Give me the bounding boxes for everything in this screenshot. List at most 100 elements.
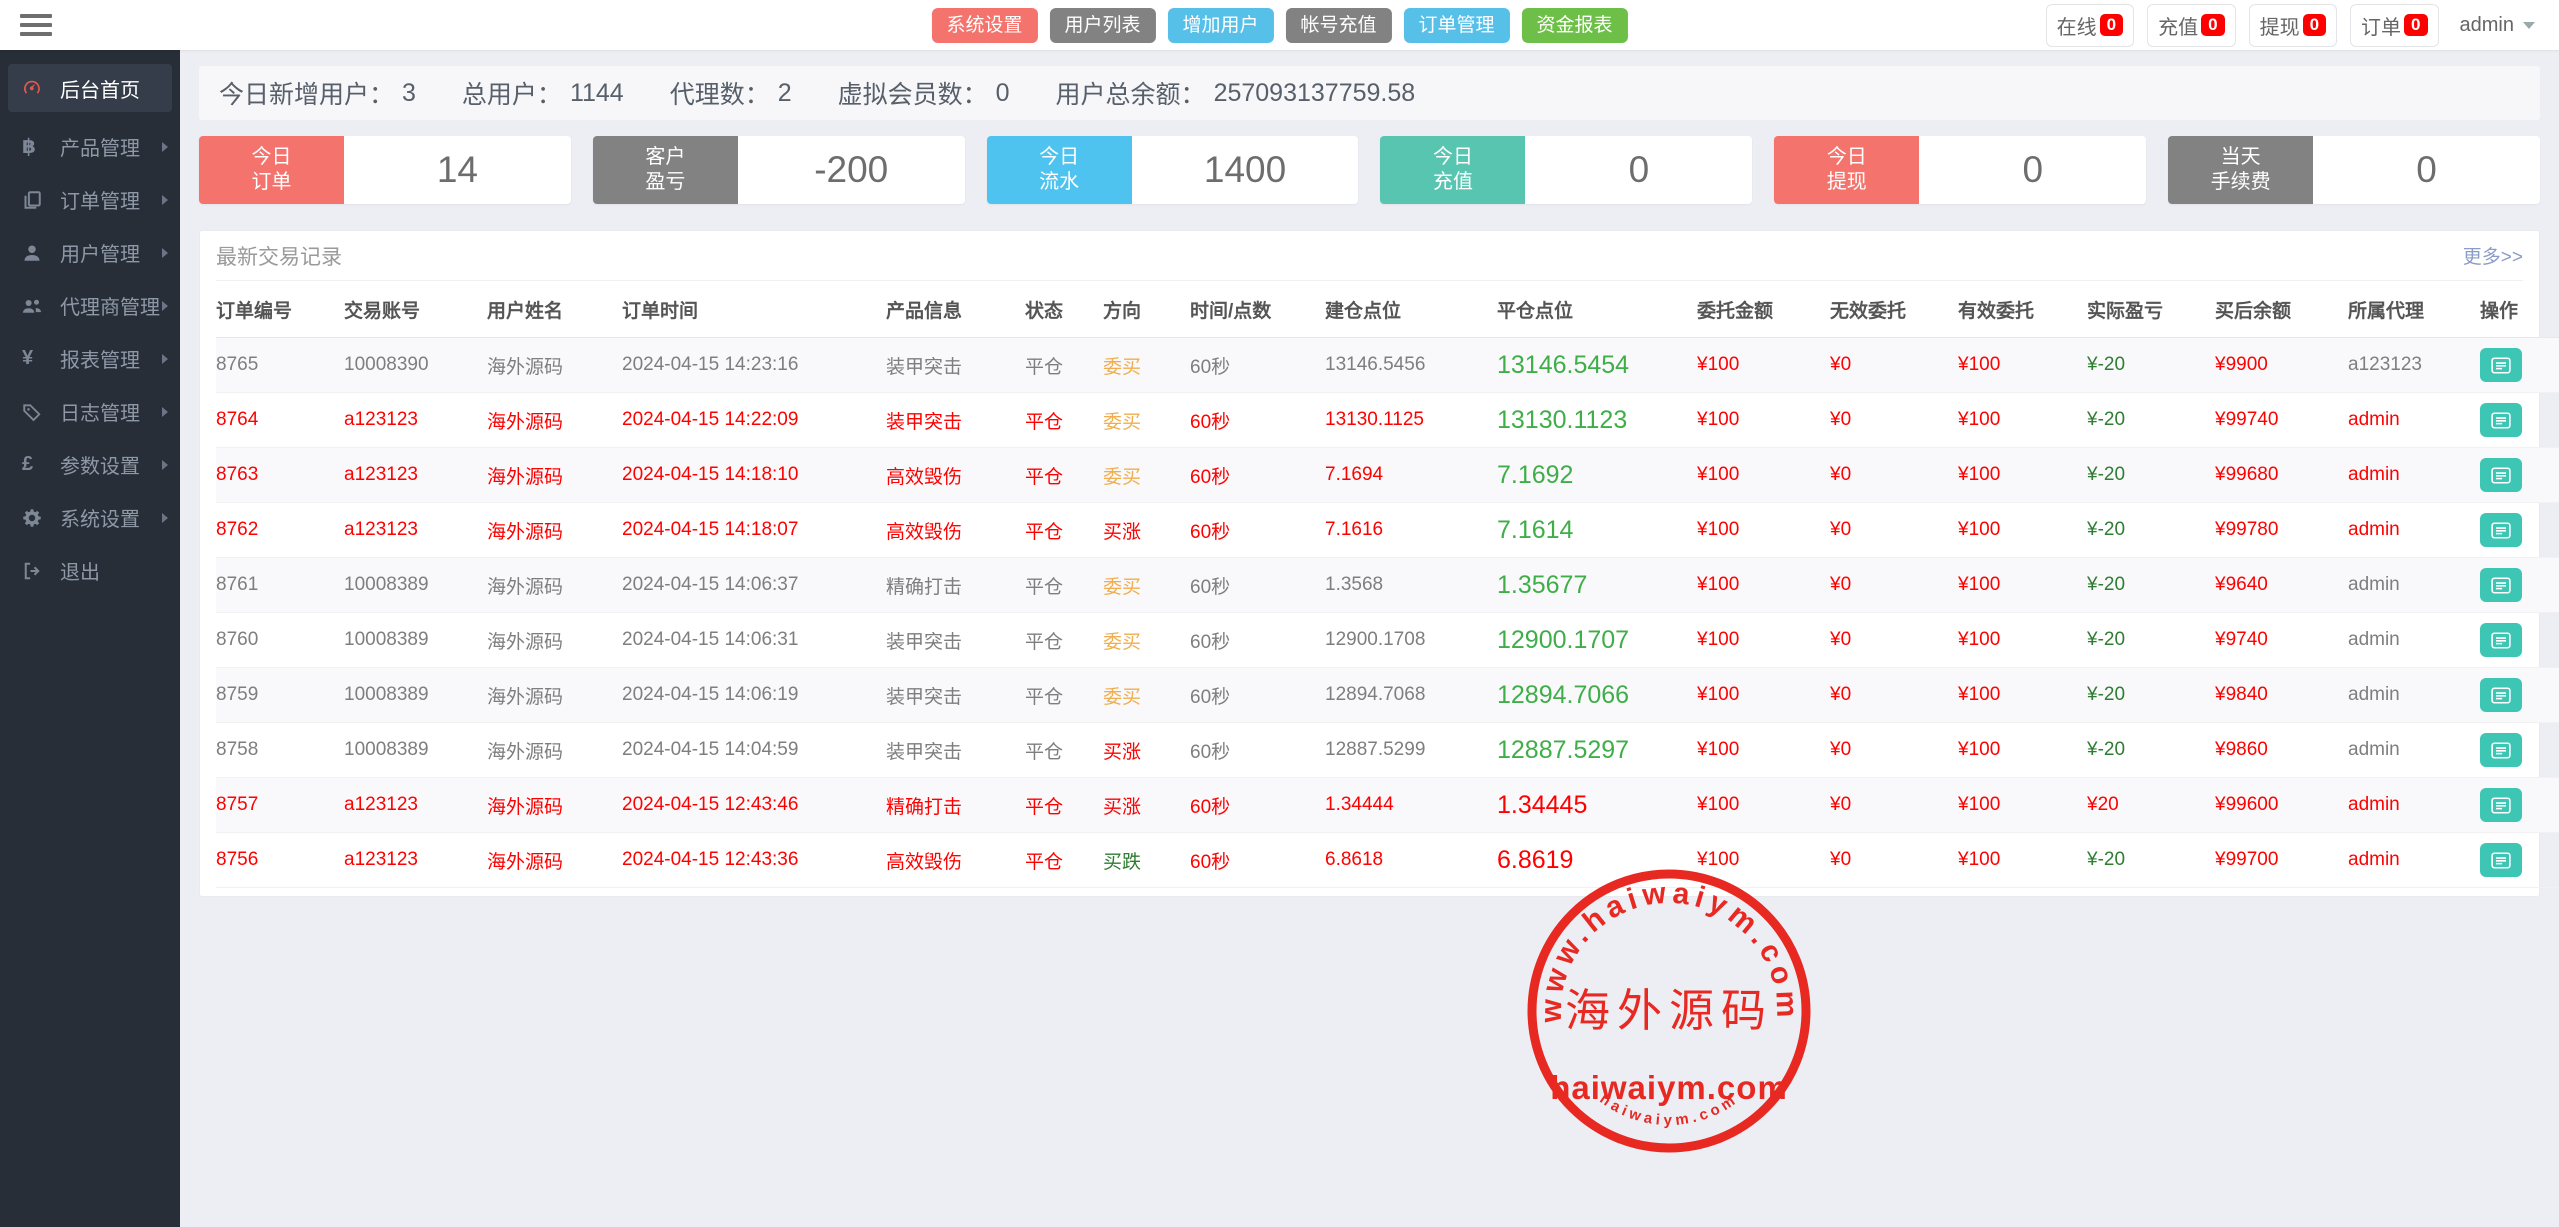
product-info: 装甲突击 [886,338,1025,393]
order-id: 8763 [216,448,344,503]
online-status[interactable]: 在线0 [2046,4,2134,47]
period-points: 60秒 [1190,613,1325,668]
order-time: 2024-04-15 14:18:10 [622,448,886,503]
order-detail-button[interactable] [2480,458,2522,492]
recharge-status-badge: 0 [2201,14,2224,37]
close-price: 13130.1123 [1497,393,1697,448]
entrust-amount: ¥100 [1697,613,1830,668]
logout-icon [22,561,49,581]
actual-pnl: ¥-20 [2087,503,2215,558]
status: 平仓 [1025,723,1103,778]
order-detail-button[interactable] [2480,733,2522,767]
sidebar-item-agents[interactable]: 代理商管理 [0,279,180,332]
close-price: 1.34445 [1497,778,1697,833]
account-recharge-button[interactable]: 帐号充值 [1286,8,1392,43]
column-header: 平仓点位 [1497,281,1697,338]
period-points: 60秒 [1190,558,1325,613]
customer-pnl-card-label: 客户 盈亏 [593,136,738,204]
orders-status[interactable]: 订单0 [2350,4,2438,47]
admin-menu[interactable]: admin [2452,8,2543,43]
chevron-right-icon [162,248,168,258]
chevron-right-icon [162,460,168,470]
order-detail-button[interactable] [2480,568,2522,602]
user-list-button[interactable]: 用户列表 [1049,8,1155,43]
sidebar-item-products[interactable]: ฿产品管理 [0,120,180,173]
order-detail-button[interactable] [2480,513,2522,547]
close-price: 7.1614 [1497,503,1697,558]
stats-bar: 今日新增用户：3总用户：1144代理数：2虚拟会员数：0用户总余额：257093… [199,66,2540,120]
sidebar-item-label: 代理商管理 [60,291,160,320]
open-price: 1.3568 [1325,558,1497,613]
operation-cell [2480,778,2559,833]
user-name: 海外源码 [487,613,622,668]
sidebar-item-home[interactable]: 后台首页 [8,64,172,112]
table-row: 8762a123123海外源码2024-04-15 14:18:07高效毁伤平仓… [216,503,2559,558]
recharge-status[interactable]: 充值0 [2147,4,2235,47]
open-price: 12894.7068 [1325,668,1497,723]
sidebar-item-system[interactable]: 系统设置 [0,491,180,544]
close-price: 7.1692 [1497,448,1697,503]
stat-value: 0 [996,79,1010,108]
agent: admin [2348,613,2480,668]
sidebar-item-users[interactable]: 用户管理 [0,226,180,279]
sidebar-item-orders[interactable]: 订单管理 [0,173,180,226]
agent: admin [2348,393,2480,448]
order-detail-button[interactable] [2480,678,2522,712]
menu-toggle-button[interactable] [20,14,52,36]
add-user-button[interactable]: 增加用户 [1167,8,1273,43]
system-settings-button[interactable]: 系统设置 [931,8,1037,43]
trade-account: 10008389 [344,558,487,613]
invalid-entrust: ¥0 [1830,723,1958,778]
order-detail-button[interactable] [2480,623,2522,657]
tags-icon [22,402,49,422]
order-detail-button[interactable] [2480,788,2522,822]
order-time: 2024-04-15 14:06:19 [622,668,886,723]
direction: 委买 [1103,448,1190,503]
operation-cell [2480,338,2559,393]
column-header: 订单时间 [622,281,886,338]
column-header: 时间/点数 [1190,281,1325,338]
entrust-amount: ¥100 [1697,723,1830,778]
agent: admin [2348,558,2480,613]
period-points: 60秒 [1190,448,1325,503]
today-turnover-card-value: 1400 [1132,136,1359,204]
order-management-button[interactable]: 订单管理 [1404,8,1510,43]
order-id: 8765 [216,338,344,393]
sidebar-item-params[interactable]: £参数设置 [0,438,180,491]
today-turnover-card-label: 今日 流水 [987,136,1132,204]
today-orders-card: 今日 订单14 [199,136,571,204]
withdraw-status[interactable]: 提现0 [2249,4,2337,47]
order-time: 2024-04-15 14:04:59 [622,723,886,778]
invalid-entrust: ¥0 [1830,558,1958,613]
bitcoin-icon: ฿ [22,134,49,159]
today-withdraw-card: 今日 提现0 [1774,136,2146,204]
order-detail-button[interactable] [2480,843,2522,877]
agent: admin [2348,778,2480,833]
today-orders-card-label: 今日 订单 [199,136,344,204]
product-info: 高效毁伤 [886,833,1025,888]
agent: admin [2348,503,2480,558]
table-row: 8756a123123海外源码2024-04-15 12:43:36高效毁伤平仓… [216,833,2559,888]
sidebar-item-logs[interactable]: 日志管理 [0,385,180,438]
sidebar-item-label: 系统设置 [60,503,140,532]
balance-after: ¥99780 [2215,503,2348,558]
detail-icon [2491,467,2511,484]
more-link[interactable]: 更多>> [2463,242,2523,269]
product-info: 装甲突击 [886,668,1025,723]
user-name: 海外源码 [487,393,622,448]
order-detail-button[interactable] [2480,348,2522,382]
product-info: 高效毁伤 [886,503,1025,558]
open-price: 7.1616 [1325,503,1497,558]
order-detail-button[interactable] [2480,403,2522,437]
trade-account: a123123 [344,393,487,448]
column-header: 操作 [2480,281,2559,338]
column-header: 订单编号 [216,281,344,338]
sidebar-item-logout[interactable]: 退出 [0,544,180,597]
main-content: 今日新增用户：3总用户：1144代理数：2虚拟会员数：0用户总余额：257093… [180,50,2559,1227]
table-row: 876510008390海外源码2024-04-15 14:23:16装甲突击平… [216,338,2559,393]
sidebar-item-reports[interactable]: ¥报表管理 [0,332,180,385]
actual-pnl: ¥-20 [2087,833,2215,888]
column-header: 有效委托 [1958,281,2087,338]
funds-report-button[interactable]: 资金报表 [1522,8,1628,43]
operation-cell [2480,668,2559,723]
